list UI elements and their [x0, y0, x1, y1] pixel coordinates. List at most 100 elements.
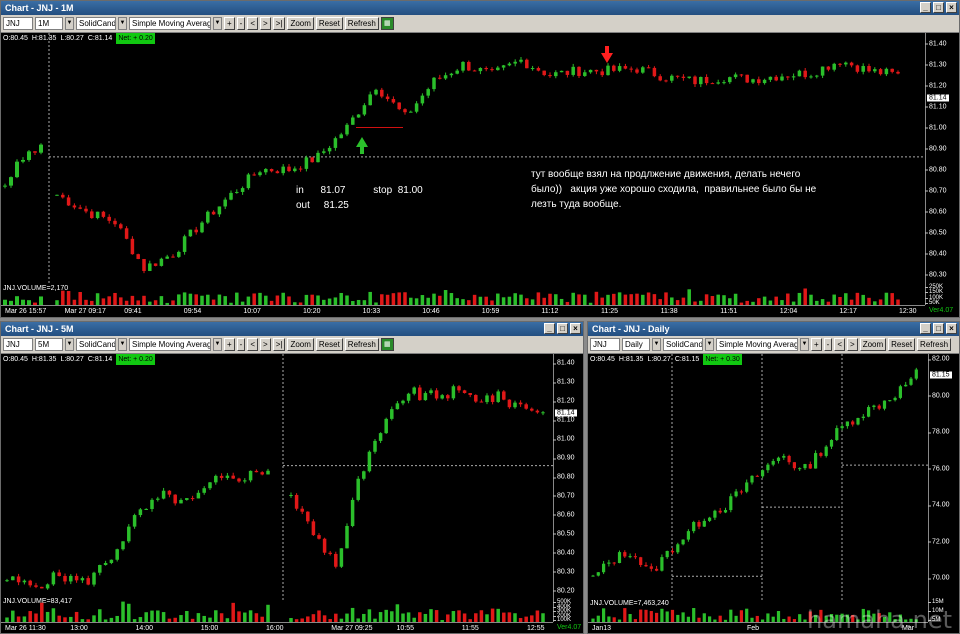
- candle-body: [485, 395, 489, 403]
- time-tick-label: 11:25: [601, 308, 618, 315]
- candle-body: [583, 72, 587, 76]
- price-plot[interactable]: [588, 354, 928, 600]
- price-axis[interactable]: 82.00 80.00 78.00 76.00 74.00 72.00 70.00 81.15: [928, 354, 959, 600]
- add-button[interactable]: +: [224, 17, 235, 30]
- refresh-button[interactable]: Refresh: [344, 338, 379, 351]
- candle-body: [61, 194, 65, 198]
- candle-body: [443, 75, 448, 79]
- candle-body: [214, 475, 218, 483]
- maximize-button[interactable]: □: [933, 323, 944, 334]
- add-button[interactable]: +: [811, 338, 822, 351]
- candle-body: [867, 66, 871, 72]
- style-select[interactable]: SolidCandle: [76, 17, 116, 30]
- price-tick-label: 76.00: [928, 465, 950, 473]
- candle-body: [124, 228, 129, 239]
- close-button[interactable]: ×: [946, 323, 957, 334]
- indicator-dropdown-icon[interactable]: ▼: [213, 17, 222, 30]
- style-dropdown-icon[interactable]: ▼: [118, 338, 127, 351]
- style-dropdown-icon[interactable]: ▼: [705, 338, 714, 351]
- price-plot[interactable]: [1, 354, 553, 600]
- maximize-button[interactable]: □: [933, 2, 944, 13]
- volume-plot[interactable]: [1, 600, 553, 622]
- candle-body: [414, 103, 419, 112]
- volume-bar: [266, 604, 270, 622]
- refresh-button[interactable]: Refresh: [344, 17, 379, 30]
- interval-dropdown-icon[interactable]: ▼: [65, 338, 74, 351]
- reset-button[interactable]: Reset: [315, 338, 343, 351]
- style-select[interactable]: SolidCandle: [663, 338, 703, 351]
- price-axis[interactable]: 81.40 81.30 81.20 81.10 81.00 80.90 80.80 80.70…: [553, 354, 583, 600]
- chart-toolbar: JNJ 1M ▼ SolidCandle ▼ Simple Moving Ave…: [1, 15, 959, 33]
- candle-body: [327, 147, 332, 152]
- scroll-left-button[interactable]: <: [834, 338, 846, 351]
- style-dropdown-icon[interactable]: ▼: [118, 17, 127, 30]
- title-bar[interactable]: Chart - JNJ - Daily _ □ ×: [588, 322, 959, 336]
- volume-bar: [762, 296, 767, 305]
- reset-button[interactable]: Reset: [315, 17, 343, 30]
- candle-body: [378, 433, 383, 441]
- scroll-right-button[interactable]: >: [260, 17, 271, 30]
- remove-button[interactable]: -: [236, 338, 246, 351]
- volume-bar: [28, 611, 32, 622]
- candle-body: [328, 552, 332, 554]
- close-button[interactable]: ×: [570, 323, 581, 334]
- interval-select[interactable]: 1M: [35, 17, 63, 30]
- close-button[interactable]: ×: [946, 2, 957, 13]
- candle-body: [844, 62, 848, 65]
- interval-select[interactable]: 5M: [35, 338, 63, 351]
- volume-bar: [368, 291, 372, 305]
- candle-body: [432, 77, 436, 90]
- title-bar[interactable]: Chart - JNJ - 1M _ □ ×: [1, 1, 959, 15]
- interval-dropdown-icon[interactable]: ▼: [65, 17, 74, 30]
- candle-body: [200, 222, 204, 233]
- style-select[interactable]: SolidCandle: [76, 338, 116, 351]
- minimize-button[interactable]: _: [920, 323, 931, 334]
- indicator-dropdown-icon[interactable]: ▼: [800, 338, 809, 351]
- add-button[interactable]: +: [224, 338, 235, 351]
- candle-body: [136, 254, 140, 259]
- candle-body: [298, 168, 303, 170]
- volume-bar: [304, 294, 309, 305]
- remove-button[interactable]: -: [236, 17, 246, 30]
- price-tick-label: 81.00: [925, 124, 947, 131]
- price-plot[interactable]: [1, 33, 925, 285]
- symbol-input[interactable]: JNJ: [3, 338, 33, 351]
- volume-bar: [397, 292, 401, 305]
- indicator-select[interactable]: Simple Moving Average: [716, 338, 798, 351]
- volume-bar: [594, 291, 599, 305]
- scroll-left-button[interactable]: <: [247, 338, 259, 351]
- chart-settings-icon[interactable]: ▦: [380, 17, 394, 30]
- candle-body: [734, 491, 738, 497]
- minimize-button[interactable]: _: [544, 323, 555, 334]
- symbol-input[interactable]: JNJ: [590, 338, 620, 351]
- candle-body: [780, 76, 784, 81]
- volume-bar: [474, 613, 478, 622]
- zoom-button[interactable]: Zoom: [287, 17, 314, 30]
- indicator-dropdown-icon[interactable]: ▼: [213, 338, 222, 351]
- indicator-select[interactable]: Simple Moving Average: [129, 338, 211, 351]
- title-bar[interactable]: Chart - JNJ - 5M _ □ ×: [1, 322, 583, 336]
- zoom-button[interactable]: Zoom: [287, 338, 314, 351]
- scroll-end-button[interactable]: >|: [272, 17, 286, 30]
- interval-dropdown-icon[interactable]: ▼: [652, 338, 661, 351]
- price-tick-label: 80.50: [553, 530, 575, 538]
- refresh-button[interactable]: Refresh: [917, 338, 952, 351]
- chart-settings-icon[interactable]: ▦: [380, 338, 394, 351]
- scroll-right-button[interactable]: >: [260, 338, 271, 351]
- scroll-right-button[interactable]: >: [847, 338, 858, 351]
- interval-select[interactable]: Daily: [622, 338, 650, 351]
- symbol-input[interactable]: JNJ: [3, 17, 33, 30]
- scroll-end-button[interactable]: >|: [272, 338, 286, 351]
- volume-plot[interactable]: [1, 285, 925, 305]
- price-axis[interactable]: 81.40 81.30 81.20 81.10 81.00 80.90 80.80 80.70…: [925, 33, 959, 285]
- candle-body: [113, 220, 117, 225]
- time-axis[interactable]: Mar 26 11:30 13:00 14:00 15:00 16:00 Mar 27 0…: [1, 622, 553, 633]
- zoom-button[interactable]: Zoom: [859, 338, 887, 351]
- maximize-button[interactable]: □: [557, 323, 568, 334]
- reset-button[interactable]: Reset: [888, 338, 916, 351]
- time-axis[interactable]: Mar 26 15:57 Mar 27 09:17 09:41 09:54 10:07 1…: [1, 305, 925, 317]
- scroll-left-button[interactable]: <: [247, 17, 259, 30]
- remove-button[interactable]: -: [823, 338, 833, 351]
- minimize-button[interactable]: _: [920, 2, 931, 13]
- indicator-select[interactable]: Simple Moving Average: [129, 17, 211, 30]
